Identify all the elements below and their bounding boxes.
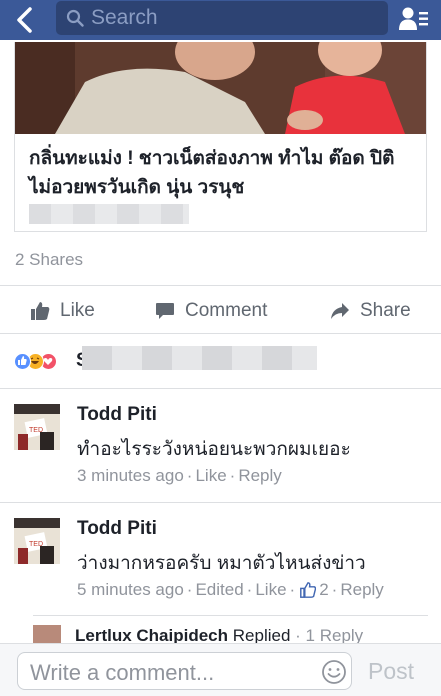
share-label: Share: [360, 300, 411, 321]
comment-reply-link[interactable]: Reply: [238, 466, 281, 486]
like-reaction-icon: [14, 352, 31, 370]
reactions-summary[interactable]: S: [14, 350, 89, 372]
comment-text: ว่างมากหรอครับ หมาตัวไหนส่งข่าว: [77, 553, 366, 574]
comment-input[interactable]: Write a comment...: [17, 652, 352, 690]
comment-placeholder: Write a comment...: [30, 660, 215, 685]
shared-link-card[interactable]: กลิ่นทะแม่ง ! ชาวเน็ตส่องภาพ ทำไม ต๊อด ป…: [14, 42, 427, 232]
share-button[interactable]: Share: [330, 298, 411, 324]
share-arrow-icon: [331, 303, 349, 319]
comment-like-link[interactable]: Like: [195, 466, 226, 486]
commenter-avatar[interactable]: TED: [14, 518, 60, 564]
comment-meta: 3 minutes ago · Like · Reply: [77, 466, 282, 486]
comment-text: ทำอะไรระวังหน่อยนะพวกผมเยอะ: [77, 439, 351, 460]
comment-button[interactable]: Comment: [155, 298, 267, 324]
commenter-name[interactable]: Todd Piti: [77, 404, 157, 426]
commenter-avatar[interactable]: TED: [14, 404, 60, 450]
article-photo[interactable]: [15, 42, 426, 134]
comment-reply-link[interactable]: Reply: [340, 580, 383, 600]
commenter-name[interactable]: Todd Piti: [77, 518, 157, 540]
article-source-blurred: [29, 204, 189, 224]
divider: [0, 388, 441, 389]
friends-icon: [399, 7, 428, 30]
like-button[interactable]: Like: [30, 298, 95, 324]
reactors-names-blurred: [82, 346, 317, 370]
divider: [0, 502, 441, 503]
comment-like-link[interactable]: Like: [255, 580, 286, 600]
search-icon: [66, 9, 84, 27]
emoji-icon[interactable]: [321, 659, 347, 685]
article-title[interactable]: กลิ่นทะแม่ง ! ชาวเน็ตส่องภาพ ทำไม ต๊อด ป…: [29, 144, 419, 202]
comment-edited-label[interactable]: Edited: [195, 580, 243, 600]
comment-composer: Write a comment... Post: [0, 643, 441, 696]
comment-icon: [156, 303, 174, 319]
comment-meta: 5 minutes ago · Edited · Like · 2 · Repl…: [77, 580, 384, 600]
comment-timestamp[interactable]: 5 minutes ago: [77, 580, 184, 600]
shares-count[interactable]: 2 Shares: [15, 250, 83, 270]
comment-like-count[interactable]: 2: [319, 580, 328, 600]
thumbs-up-icon: [31, 302, 50, 320]
post-button[interactable]: Post: [368, 658, 414, 685]
search-input[interactable]: Search: [56, 1, 388, 35]
friends-button[interactable]: [398, 6, 430, 32]
back-button[interactable]: [10, 4, 42, 36]
thumbs-up-icon: [300, 582, 317, 598]
divider: [33, 615, 428, 616]
divider: [0, 333, 441, 334]
chevron-left-icon: [17, 7, 32, 33]
divider: [0, 285, 441, 286]
search-placeholder: Search: [91, 6, 158, 29]
top-nav-bar: Search: [0, 0, 441, 40]
reply-preview[interactable]: Lertlux Chaipidech Replied · 1 Reply: [33, 623, 428, 645]
like-label: Like: [60, 300, 95, 321]
comment-label: Comment: [185, 300, 268, 321]
reply-avatar[interactable]: [33, 625, 61, 645]
comment-timestamp[interactable]: 3 minutes ago: [77, 466, 184, 486]
